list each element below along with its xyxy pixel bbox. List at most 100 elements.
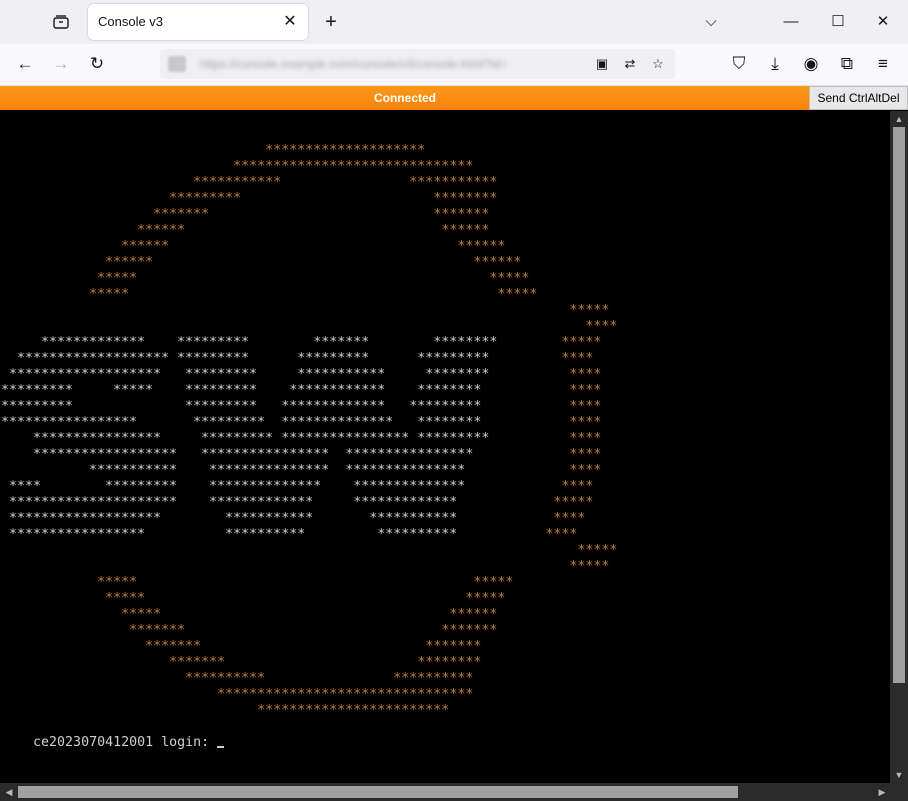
tab-title: Console v3	[98, 14, 164, 29]
scroll-down-icon[interactable]: ▼	[890, 768, 908, 782]
logo-text-segment: *********** *************** ************…	[1, 463, 570, 478]
account-icon[interactable]: ◉	[798, 52, 824, 76]
ascii-logo-line: ****	[1, 319, 617, 335]
ascii-logo-line: ***** *****	[1, 591, 505, 607]
ascii-logo-line: *****	[1, 559, 609, 575]
pocket-icon[interactable]: ⛉	[726, 52, 752, 76]
logo-text-segment: **** ********* ************** **********…	[1, 479, 562, 494]
list-all-tabs-icon[interactable]: ⌵	[696, 10, 726, 34]
ascii-logo-line: ******************* ********* ********* …	[1, 351, 593, 367]
downloads-icon[interactable]: ⤓	[762, 52, 788, 76]
vertical-scrollbar[interactable]: ▲ ▼	[890, 111, 908, 783]
menu-icon[interactable]: ≡	[870, 52, 896, 76]
horizontal-scrollbar[interactable]: ◀ ▶	[0, 783, 908, 801]
ascii-logo-line: **************** ********* *************…	[1, 431, 601, 447]
ascii-logo-line: ******* *******	[1, 639, 481, 655]
logo-ring-segment: *******	[129, 623, 186, 638]
logo-ring-segment: *****	[89, 287, 130, 302]
ascii-logo-line: ********** **********	[1, 671, 473, 687]
logo-ring-segment: ****	[569, 431, 602, 446]
logo-ring-segment: **********	[393, 671, 474, 686]
vertical-scroll-thumb[interactable]	[893, 127, 905, 683]
logo-text-segment	[1, 655, 169, 670]
close-window-icon[interactable]: ✕	[868, 10, 898, 34]
logo-ring-segment: ****	[585, 319, 618, 334]
logo-text-segment	[1, 703, 257, 718]
logo-ring-segment: ************************	[257, 703, 450, 718]
extensions-icon[interactable]: ⧉	[834, 52, 860, 76]
logo-text-segment: ******************* *********** ********…	[1, 511, 554, 526]
logo-text-segment	[129, 287, 497, 302]
ascii-logo-line: ***************** ********* ************…	[1, 415, 601, 431]
ascii-logo-line: ***** *****	[1, 287, 537, 303]
logo-text-segment	[1, 191, 169, 206]
login-prompt: ce2023070412001 login:	[33, 735, 218, 750]
back-icon[interactable]: ←	[12, 52, 38, 76]
logo-text-segment	[169, 239, 457, 254]
logo-text-segment	[153, 255, 473, 270]
reader-view-icon[interactable]: ▣	[592, 54, 612, 74]
ascii-logo-line: ****** ******	[1, 255, 521, 271]
logo-ring-segment: ********************************	[217, 687, 474, 702]
logo-text-segment	[1, 207, 153, 222]
new-tab-button[interactable]: +	[318, 10, 344, 34]
ascii-logo-line: *********** ***********	[1, 175, 497, 191]
horizontal-scroll-thumb[interactable]	[18, 786, 738, 798]
url-text[interactable]: https://console.example.com/console/v3/c…	[200, 57, 600, 71]
logo-text-segment	[1, 575, 97, 590]
url-bar[interactable]: https://console.example.com/console/v3/c…	[160, 49, 675, 79]
ascii-logo-line: ***** *****	[1, 271, 529, 287]
logo-ring-segment: *********	[169, 191, 242, 206]
tab-list-icon[interactable]	[48, 10, 74, 34]
ascii-logo-line: ****** ******	[1, 239, 505, 255]
logo-text-segment	[1, 543, 577, 558]
ascii-logo-line: ******* *******	[1, 207, 489, 223]
logo-text-segment	[1, 271, 97, 286]
logo-text-segment: ***************** ********* ************…	[1, 415, 570, 430]
logo-ring-segment: ****	[553, 511, 586, 526]
ascii-logo-line: ********************* ************* ****…	[1, 495, 593, 511]
send-ctrl-alt-del-button[interactable]: Send CtrlAltDel	[809, 86, 908, 110]
ascii-logo-line: ****** ******	[1, 223, 489, 239]
navigation-bar: ← → ↻ https://console.example.com/consol…	[0, 44, 908, 86]
browser-tab[interactable]: Console v3 ✕	[88, 4, 308, 40]
logo-text-segment: ****************** **************** ****…	[1, 447, 570, 462]
logo-ring-segment: ******	[457, 239, 506, 254]
ascii-logo-line: ********************************	[1, 687, 473, 703]
logo-ring-segment: *****	[121, 607, 162, 622]
text-cursor	[217, 746, 225, 748]
scroll-up-icon[interactable]: ▲	[890, 112, 908, 126]
logo-text-segment	[185, 223, 441, 238]
logo-text-segment	[1, 255, 105, 270]
minimize-icon[interactable]: —	[776, 10, 806, 34]
forward-icon[interactable]: →	[48, 52, 74, 76]
logo-ring-segment: *****	[465, 591, 506, 606]
ascii-logo-line: ***** *****	[1, 575, 513, 591]
logo-ring-segment: ******	[105, 255, 154, 270]
logo-ring-segment: ******	[137, 223, 186, 238]
logo-text-segment	[1, 239, 121, 254]
login-line[interactable]: ce2023070412001 login:	[1, 719, 225, 750]
logo-text-segment: ************* ********* ******* ********	[1, 335, 562, 350]
translate-icon[interactable]: ⇄	[620, 54, 640, 74]
maximize-icon[interactable]: ☐	[823, 10, 853, 34]
ascii-logo-line: ******************* *********** ********…	[1, 511, 585, 527]
logo-ring-segment: *******	[153, 207, 210, 222]
console-screen[interactable]: ******************** *******************…	[0, 111, 890, 783]
logo-text-segment	[1, 175, 193, 190]
scroll-right-icon[interactable]: ▶	[874, 785, 890, 799]
ascii-logo-line: **** ********* ************** **********…	[1, 479, 593, 495]
tab-close-icon[interactable]: ✕	[280, 12, 300, 32]
scroll-left-icon[interactable]: ◀	[1, 785, 17, 799]
bookmark-star-icon[interactable]: ☆	[648, 54, 668, 74]
logo-text-segment	[1, 591, 105, 606]
reload-icon[interactable]: ↻	[84, 52, 110, 76]
connection-status-bar: Connected	[0, 86, 810, 110]
ascii-logo-line: ***** ******	[1, 607, 497, 623]
site-identity-icon[interactable]	[168, 56, 186, 72]
ascii-logo-line: ********* ***** ********* ************ *…	[1, 383, 601, 399]
logo-ring-segment: ********************	[265, 143, 426, 158]
logo-text-segment	[145, 591, 465, 606]
logo-text-segment	[1, 687, 217, 702]
logo-text-segment	[1, 607, 121, 622]
